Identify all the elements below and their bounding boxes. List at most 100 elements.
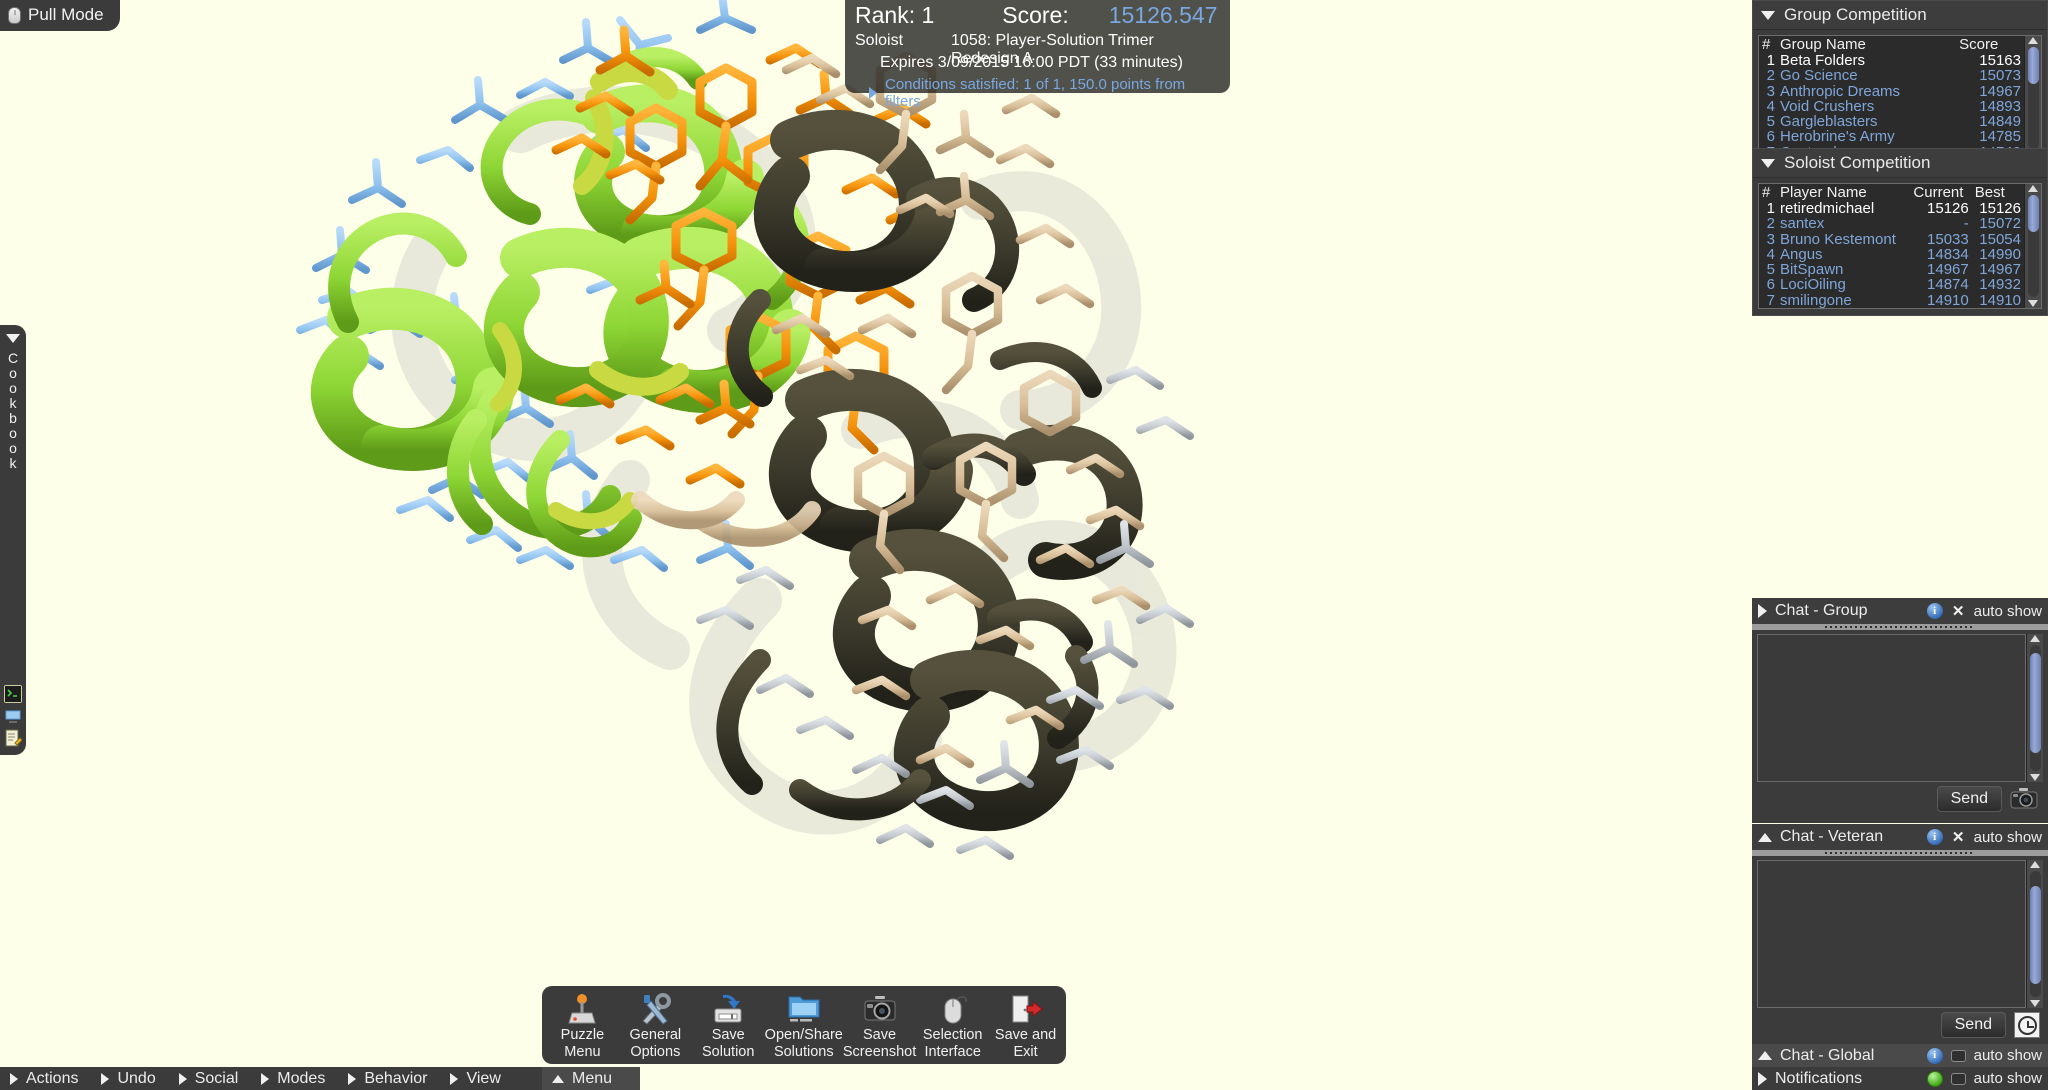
auto-show-checkbox[interactable]	[1950, 1072, 1966, 1085]
table-row[interactable]: 7 smilingone 14910 14910	[1759, 292, 2024, 308]
share-screen-icon[interactable]	[4, 707, 22, 725]
scroll-down-icon[interactable]	[2030, 774, 2040, 781]
protein-viewport[interactable]	[0, 0, 2048, 1090]
chevron-up-icon[interactable]	[1758, 832, 1772, 842]
menu-item-actions[interactable]: Actions	[0, 1070, 91, 1088]
menu-tab[interactable]: Menu	[542, 1067, 640, 1090]
table-row[interactable]: 6 Herobrine's Army 14785	[1759, 129, 2024, 145]
menu-item-social[interactable]: Social	[169, 1070, 252, 1088]
scrollbar-track[interactable]	[2027, 47, 2039, 150]
cookbook-letter: o	[9, 365, 17, 381]
cell-score: 15073	[1979, 67, 2021, 85]
scrollbar-track[interactable]	[2027, 195, 2039, 298]
table-row[interactable]: 4 Void Crushers 14893	[1759, 97, 2024, 115]
table-row[interactable]: 5 BitSpawn 14967 14967	[1759, 262, 2024, 278]
scroll-up-icon[interactable]	[2030, 861, 2040, 868]
table-row[interactable]: 1 retiredmichael 15126 15126	[1759, 201, 2024, 217]
toolbar-button-open-share-solutions[interactable]: Open/Share Solutions	[765, 992, 843, 1060]
scrollbar-thumb[interactable]	[2029, 652, 2041, 754]
toolbar-button-save-screenshot[interactable]: Save Screenshot	[843, 992, 916, 1060]
soloist-competition-scrollbar[interactable]	[2024, 184, 2041, 309]
auto-show-label[interactable]: auto show	[1974, 603, 2042, 620]
send-button[interactable]: Send	[1940, 1012, 2006, 1038]
chevron-down-icon[interactable]	[6, 334, 20, 343]
chat-group-log[interactable]	[1757, 634, 2026, 782]
toolbar-button-selection-interface[interactable]: Selection Interface	[916, 992, 989, 1060]
chat-global-panel[interactable]: Chat - Global i auto show	[1752, 1044, 2048, 1067]
chat-veteran-log[interactable]	[1757, 860, 2026, 1008]
menu-item-modes[interactable]: Modes	[251, 1070, 338, 1088]
menu-item-undo[interactable]: Undo	[91, 1070, 168, 1088]
chevron-right-icon	[450, 1072, 459, 1085]
toolbar-button-save-and-exit[interactable]: Save and Exit	[989, 992, 1062, 1060]
info-icon[interactable]: i	[1926, 829, 1943, 845]
table-row[interactable]: 6 LociOiling 14874 14932	[1759, 277, 2024, 293]
auto-show-label[interactable]: auto show	[1974, 1047, 2042, 1064]
table-row[interactable]: 2 Go Science 15073	[1759, 67, 2024, 85]
table-row[interactable]: 3 Bruno Kestemont 15033 15054	[1759, 231, 2024, 247]
chat-group-header[interactable]: Chat - Group i ✕ auto show	[1752, 598, 2048, 624]
scrollbar-thumb[interactable]	[2027, 47, 2039, 84]
cookbook-tab[interactable]: C o o k b o o k	[0, 325, 26, 755]
console-icon[interactable]	[4, 685, 22, 703]
toolbar-button-puzzle-menu[interactable]: Puzzle Menu	[546, 992, 619, 1060]
notifications-panel[interactable]: Notifications auto show	[1752, 1067, 2048, 1090]
chevron-up-icon[interactable]	[1758, 1051, 1772, 1060]
scrollbar-thumb[interactable]	[2027, 195, 2039, 232]
close-icon[interactable]: ✕	[1951, 604, 1966, 619]
info-icon[interactable]: i	[1926, 1047, 1943, 1064]
chevron-down-icon[interactable]	[1761, 10, 1775, 20]
group-competition-scrollbar[interactable]	[2024, 36, 2041, 161]
auto-show-label[interactable]: auto show	[1974, 1070, 2042, 1087]
resize-handle[interactable]	[1752, 850, 2048, 856]
cell-rank: 4	[1766, 245, 1775, 263]
exit-door-icon	[1005, 992, 1047, 1026]
status-badge[interactable]	[1926, 1070, 1943, 1087]
toolbar-button-save-solution[interactable]: Save Solution	[692, 992, 765, 1060]
auto-show-label[interactable]: auto show	[1974, 829, 2042, 846]
toolbar-label-line2: Interface	[924, 1044, 981, 1060]
notepad-icon[interactable]	[4, 729, 22, 747]
auto-show-checkbox[interactable]	[1950, 1049, 1966, 1062]
chat-veteran-scrollbar[interactable]	[2026, 860, 2043, 1008]
cell-current: -	[1963, 215, 1969, 233]
scrollbar-thumb[interactable]	[2029, 886, 2041, 985]
soloist-competition-header[interactable]: Soloist Competition	[1753, 149, 2047, 178]
table-row[interactable]: 2 santex -15072	[1759, 215, 2024, 233]
close-icon[interactable]: ✕	[1951, 830, 1966, 845]
chevron-right-icon[interactable]	[1758, 1071, 1767, 1086]
conditions-row[interactable]: Conditions satisfied: 1 of 1, 150.0 poin…	[855, 76, 1220, 110]
group-competition-panel: Group Competition # Group Name Score 1 Be…	[1752, 0, 2048, 169]
menu-item-view[interactable]: View	[440, 1070, 513, 1088]
scroll-up-icon[interactable]	[2028, 185, 2038, 192]
scroll-up-icon[interactable]	[2028, 37, 2038, 44]
chevron-up-icon[interactable]	[552, 1074, 564, 1083]
scroll-down-icon[interactable]	[2028, 300, 2038, 308]
resize-handle[interactable]	[1752, 624, 2048, 630]
group-competition-header[interactable]: Group Competition	[1753, 1, 2047, 30]
scroll-up-icon[interactable]	[2030, 635, 2040, 642]
toolbar-button-general-options[interactable]: General Options	[619, 992, 692, 1060]
scrollbar-track[interactable]	[2029, 871, 2041, 997]
protein-structure[interactable]	[0, 0, 2048, 1090]
cell-group-name: Anthropic Dreams	[1780, 82, 1901, 100]
clock-icon[interactable]	[2014, 1012, 2040, 1038]
table-row[interactable]: 3 Anthropic Dreams 14967	[1759, 82, 2024, 100]
cell-group-name: Go Science	[1780, 67, 1858, 85]
chevron-right-icon[interactable]	[869, 87, 877, 99]
table-row[interactable]: 1 Beta Folders 15163	[1759, 53, 2024, 69]
chevron-right-icon[interactable]	[1758, 604, 1767, 618]
scroll-down-icon[interactable]	[2030, 1000, 2040, 1007]
chat-veteran-header[interactable]: Chat - Veteran i ✕ auto show	[1752, 824, 2048, 850]
chat-group-scrollbar[interactable]	[2026, 634, 2043, 782]
table-row[interactable]: 4 Angus 14834 14990	[1759, 245, 2024, 263]
menu-item-behavior[interactable]: Behavior	[338, 1070, 440, 1088]
pull-mode-indicator[interactable]: Pull Mode	[0, 0, 120, 31]
info-icon[interactable]: i	[1926, 603, 1943, 619]
camera-icon[interactable]	[2010, 787, 2040, 811]
scrollbar-track[interactable]	[2029, 645, 2041, 771]
table-row[interactable]: 5 Gargleblasters 14849	[1759, 114, 2024, 130]
chevron-down-icon[interactable]	[1761, 158, 1775, 168]
cell-score: 14893	[1979, 97, 2021, 115]
send-button[interactable]: Send	[1936, 786, 2002, 812]
